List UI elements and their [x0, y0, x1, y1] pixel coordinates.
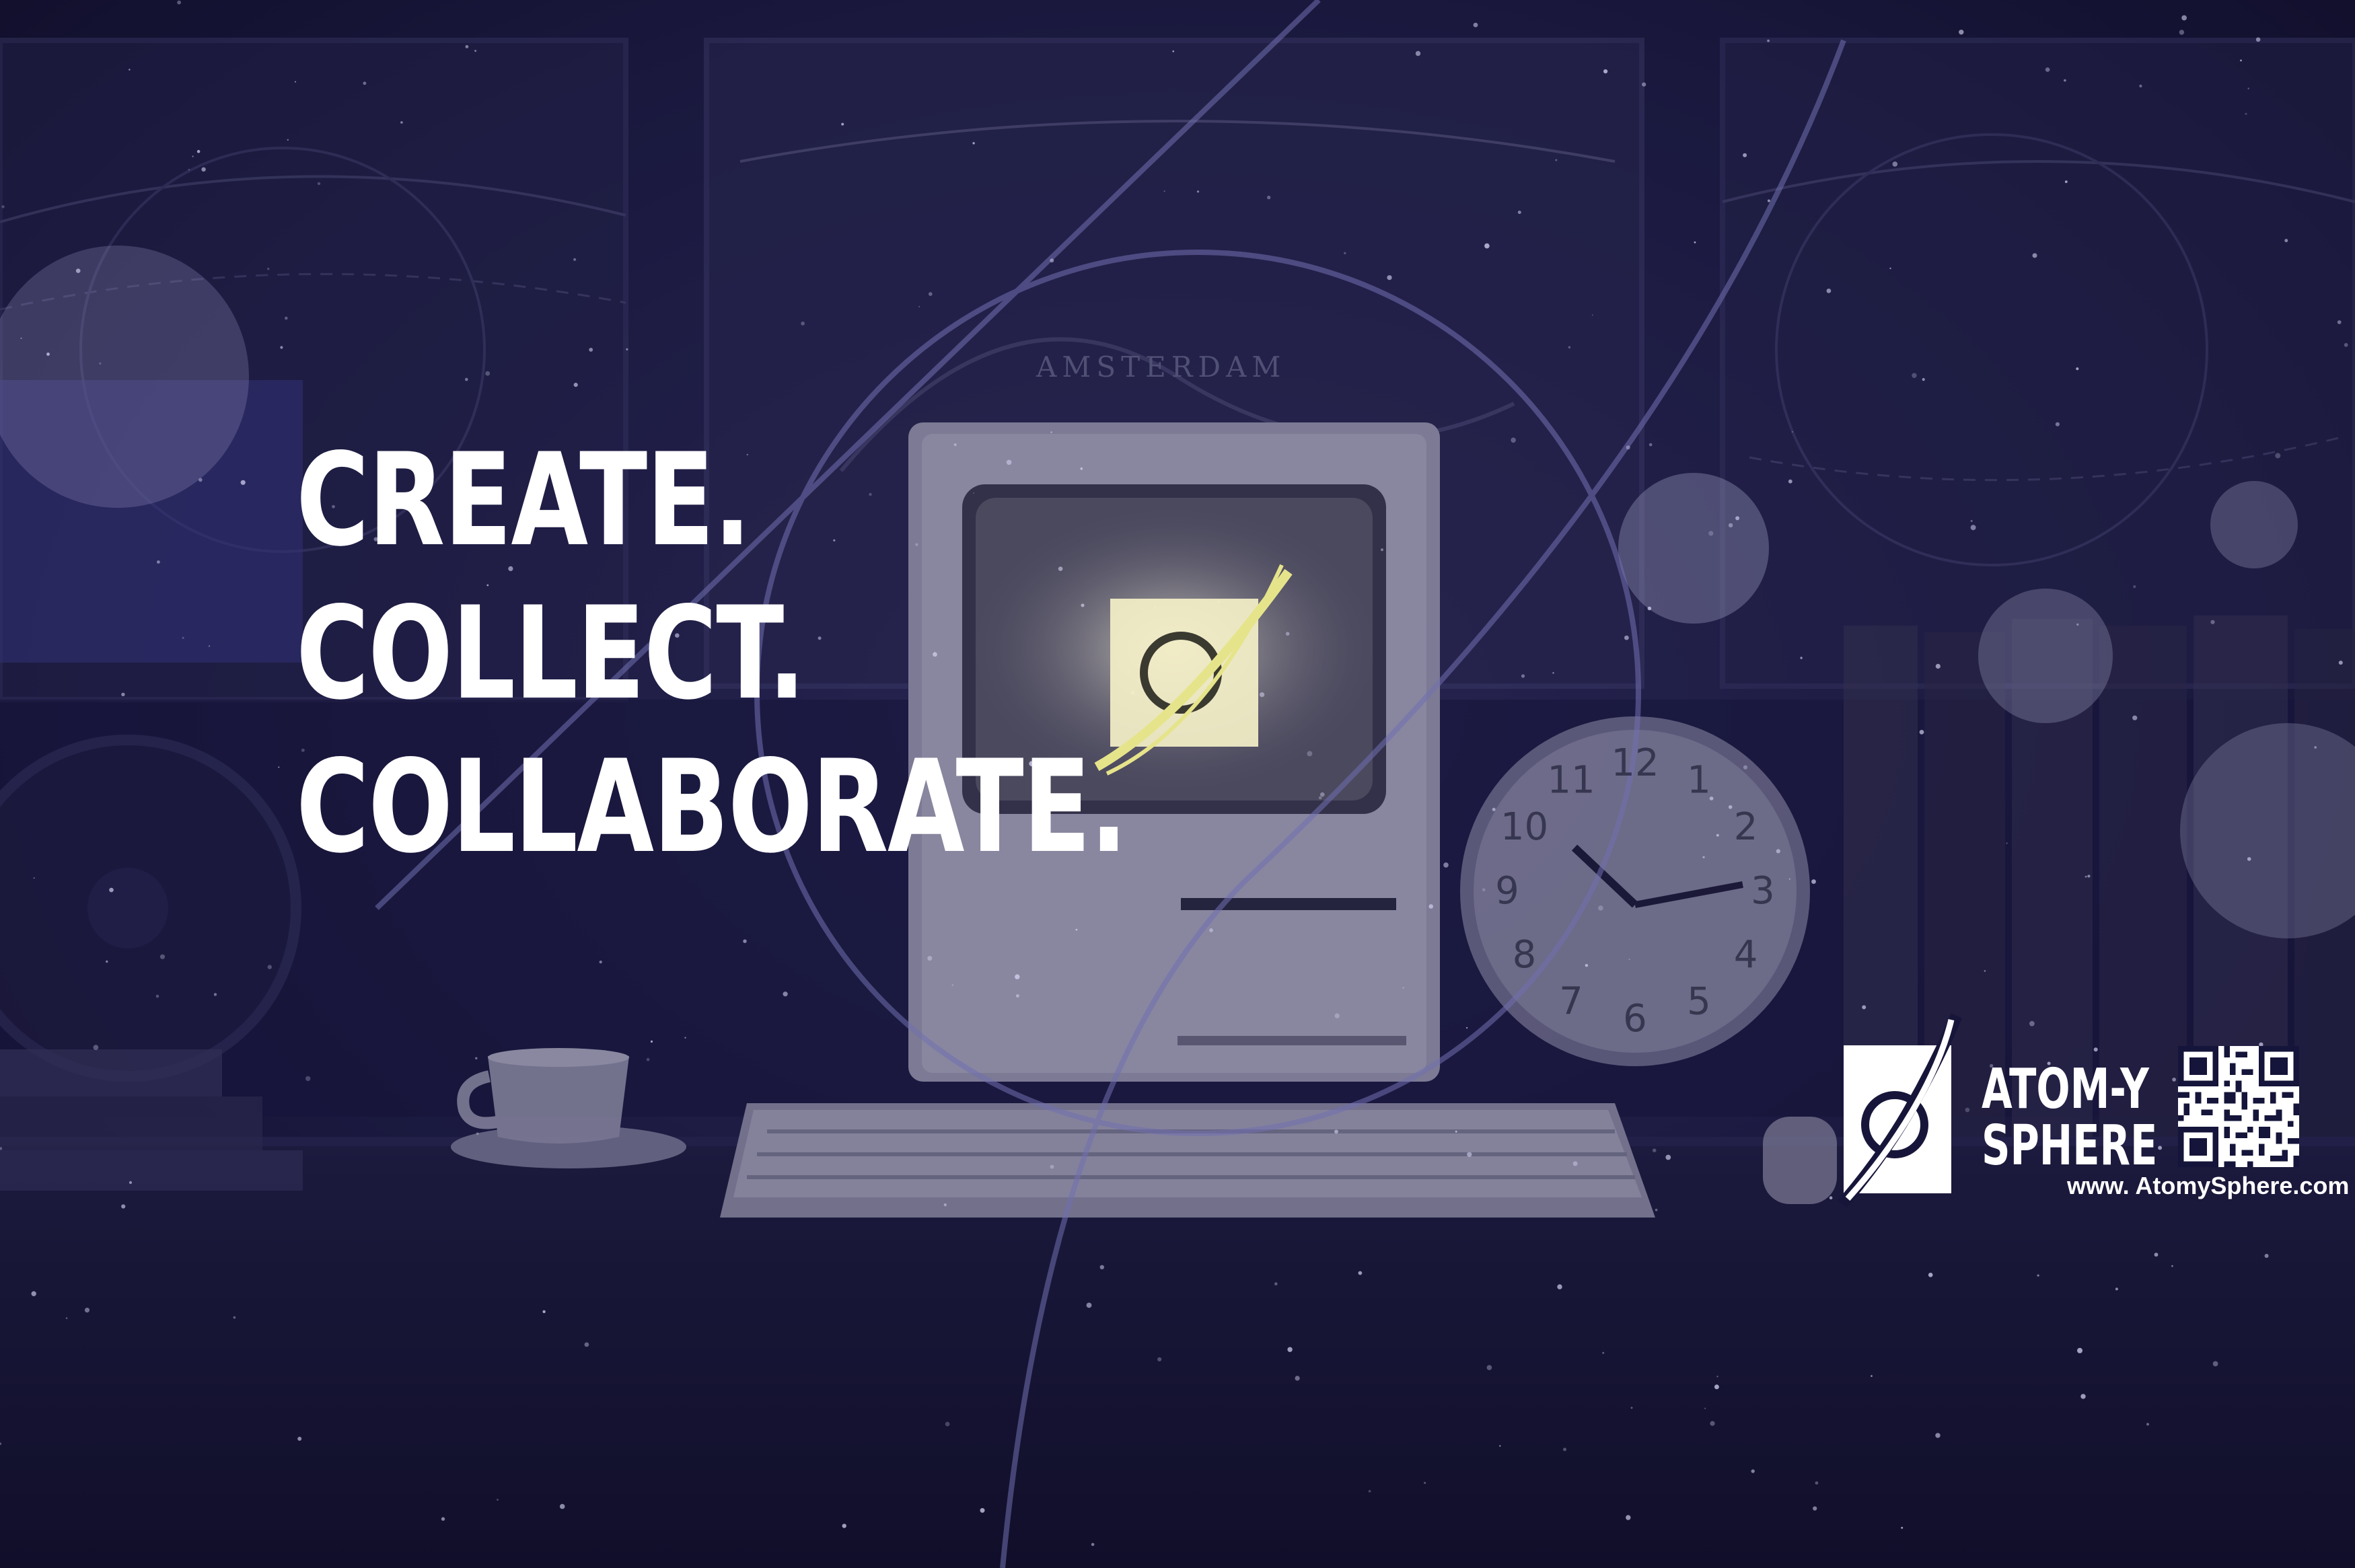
qr-code-icon[interactable] [2178, 1046, 2299, 1167]
clock-numeral: 10 [1500, 805, 1548, 849]
headline-line-collaborate: COLLABORATE. [296, 733, 1128, 881]
clock-numeral: 2 [1734, 805, 1758, 849]
headline-line-collect: COLLECT. [296, 579, 806, 728]
website-link[interactable]: www. AtomySphere.com [2067, 1172, 2349, 1200]
headline-line-create: CREATE. [296, 426, 752, 574]
clock-numeral: 7 [1559, 980, 1583, 1024]
clock-numeral: 4 [1734, 933, 1758, 977]
poster: AMSTERDAM 12 1 2 3 4 5 6 7 8 9 10 11 CRE… [0, 0, 2355, 1568]
clock-numeral: 9 [1495, 869, 1519, 913]
brand-name-line2: SPHERE [1982, 1114, 2158, 1178]
planet-ring-icon [1838, 1013, 1963, 1208]
clock-numeral: 5 [1687, 980, 1711, 1024]
clock-numeral: 3 [1751, 869, 1775, 913]
clock-numeral: 12 [1611, 741, 1659, 785]
brand-name-line1: ATOM-Y [1982, 1057, 2149, 1121]
clock-numeral: 6 [1623, 997, 1647, 1041]
brand-name: ATOM-Y SPHERE [1982, 1061, 2157, 1174]
clock-numeral: 1 [1687, 758, 1711, 802]
clock-numeral: 8 [1513, 933, 1537, 977]
headline: CREATE. COLLECT. COLLABORATE. [296, 424, 1128, 884]
clock-numeral: 11 [1547, 758, 1595, 802]
